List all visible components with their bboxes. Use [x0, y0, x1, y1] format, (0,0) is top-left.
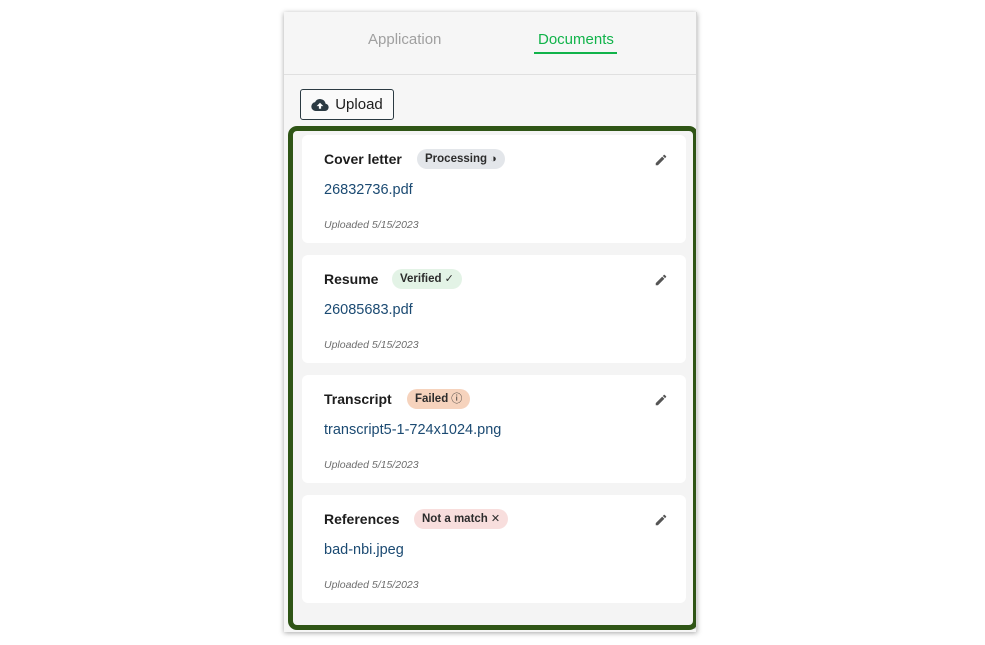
pencil-icon[interactable] — [654, 393, 668, 407]
document-title: Resume — [324, 271, 379, 287]
upload-date: Uploaded 5/15/2023 — [324, 339, 419, 351]
document-file-link[interactable]: transcript5-1-724x1024.png — [324, 422, 501, 438]
status-badge: Verified ✓ — [392, 269, 462, 289]
document-title: Transcript — [324, 391, 392, 407]
tab-documents[interactable]: Documents — [538, 31, 614, 48]
document-file-link[interactable]: bad-nbi.jpeg — [324, 542, 404, 558]
document-title: Cover letter — [324, 151, 402, 167]
half-circle-icon: ◑ — [490, 153, 497, 165]
close-icon: ✕ — [490, 513, 501, 525]
pencil-icon[interactable] — [654, 513, 668, 527]
upload-date: Uploaded 5/15/2023 — [324, 459, 419, 471]
document-card-cover-letter: Cover letter Processing ◑ 26832736.pdf Up… — [302, 135, 686, 243]
document-file-link[interactable]: 26832736.pdf — [324, 182, 413, 198]
upload-button[interactable]: Upload — [300, 89, 394, 120]
cloud-upload-icon — [311, 98, 329, 111]
documents-panel: Application Documents Upload Cover lette… — [284, 12, 697, 632]
documents-list: Cover letter Processing ◑ 26832736.pdf Up… — [288, 126, 696, 630]
upload-date: Uploaded 5/15/2023 — [324, 579, 419, 591]
upload-date: Uploaded 5/15/2023 — [324, 219, 419, 231]
document-file-link[interactable]: 26085683.pdf — [324, 302, 413, 318]
document-title: References — [324, 511, 400, 527]
status-badge: Processing ◑ — [417, 149, 505, 169]
tab-application[interactable]: Application — [368, 31, 441, 48]
pencil-icon[interactable] — [654, 273, 668, 287]
document-card-references: References Not a match ✕ bad-nbi.jpeg Upl… — [302, 495, 686, 603]
status-badge: Failed ⓘ — [407, 389, 471, 409]
check-icon: ✓ — [444, 273, 454, 285]
upload-button-label: Upload — [335, 96, 383, 113]
info-icon: ⓘ — [451, 393, 463, 405]
tab-bar: Application Documents — [284, 12, 696, 75]
document-card-resume: Resume Verified ✓ 26085683.pdf Uploaded 5… — [302, 255, 686, 363]
document-card-transcript: Transcript Failed ⓘ transcript5-1-724x102… — [302, 375, 686, 483]
pencil-icon[interactable] — [654, 153, 668, 167]
status-badge: Not a match ✕ — [414, 509, 509, 529]
active-tab-indicator — [534, 52, 617, 54]
